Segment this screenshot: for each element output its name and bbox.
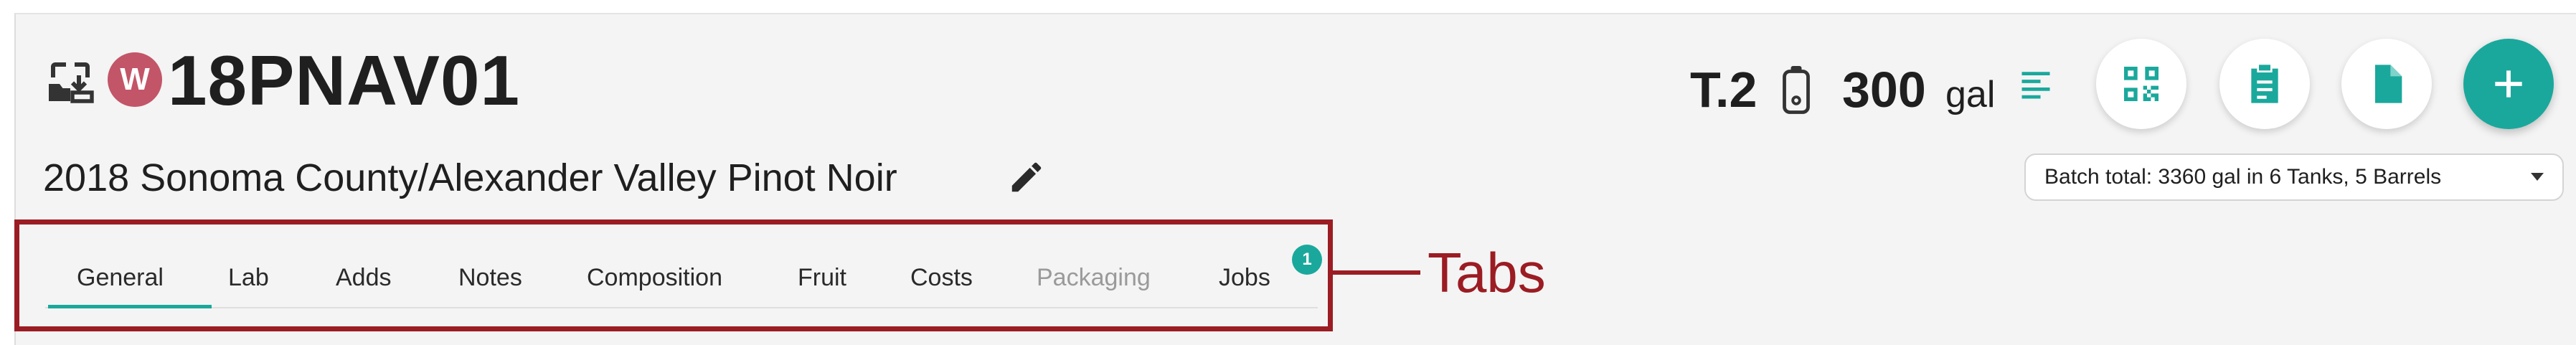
add-button[interactable] (2463, 39, 2554, 129)
tabs-divider (45, 307, 1318, 308)
document-icon (2375, 65, 2402, 103)
tank-icon (1783, 66, 1810, 114)
tab-composition[interactable]: Composition (587, 257, 722, 298)
tab-general[interactable]: General (77, 257, 164, 298)
volume-value: 300 (1842, 62, 1926, 118)
tab-fruit[interactable]: Fruit (798, 257, 846, 298)
batch-code-title: 18PNAV01 (168, 41, 521, 120)
text-lines-icon[interactable] (2017, 66, 2054, 106)
volume-unit: gal (1945, 74, 1996, 115)
tab-lab[interactable]: Lab (228, 257, 269, 298)
tab-costs[interactable]: Costs (910, 257, 973, 298)
pencil-icon[interactable] (1007, 158, 1046, 197)
winery-avatar: W (108, 52, 162, 107)
transfer-icon[interactable] (44, 56, 96, 108)
caret-down-icon (2531, 173, 2544, 181)
annotation-callout-line (1333, 270, 1420, 275)
tab-packaging: Packaging (1037, 264, 1151, 291)
plus-icon (2495, 70, 2522, 98)
active-tab-indicator (48, 305, 212, 308)
annotation-label: Tabs (1428, 241, 1546, 304)
vessel-code: T.2 (1690, 62, 1758, 118)
batch-total-text: Batch total: 3360 gal in 6 Tanks, 5 Barr… (2044, 165, 2442, 189)
qr-code-icon (2124, 67, 2159, 101)
clipboard-button[interactable] (2219, 39, 2310, 129)
document-button[interactable] (2341, 39, 2432, 129)
tab-jobs[interactable]: Jobs (1219, 257, 1270, 298)
qr-code-button[interactable] (2096, 39, 2186, 129)
tab-notes[interactable]: Notes (458, 257, 522, 298)
jobs-count-badge: 1 (1292, 245, 1322, 275)
tabs-annotation-frame: General Lab Adds Notes Composition Fruit… (14, 219, 1333, 331)
batch-total-dropdown[interactable]: Batch total: 3360 gal in 6 Tanks, 5 Barr… (2024, 153, 2564, 201)
clipboard-icon (2251, 65, 2278, 103)
batch-name: 2018 Sonoma County/Alexander Valley Pino… (43, 156, 897, 199)
tab-adds[interactable]: Adds (336, 257, 392, 298)
